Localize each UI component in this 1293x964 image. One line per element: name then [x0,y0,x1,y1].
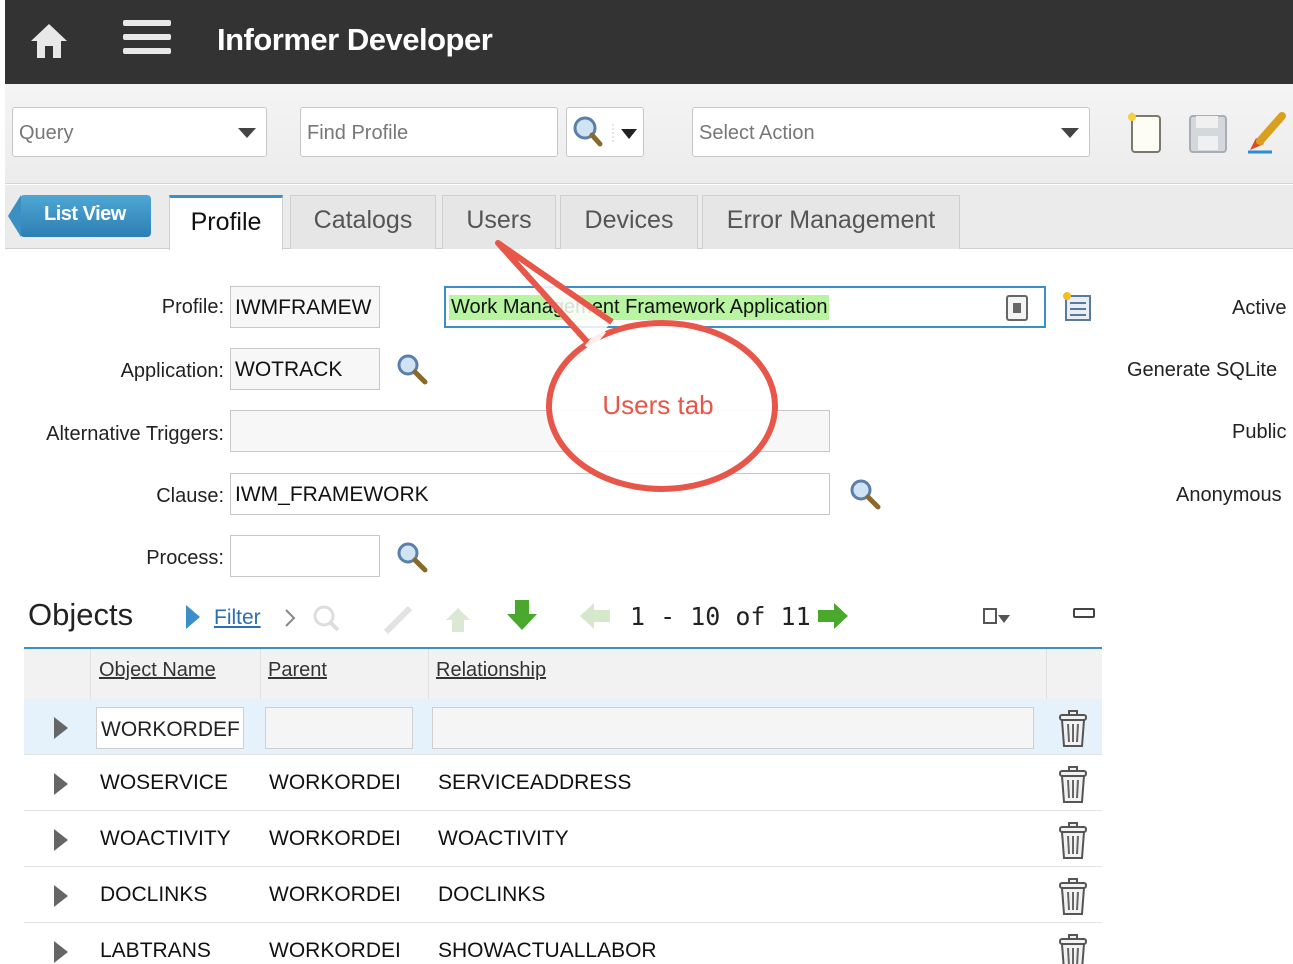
tab-profile[interactable]: Profile [169,195,283,250]
filter-link[interactable]: Filter [214,606,261,630]
trash-icon[interactable] [1056,877,1090,917]
chevron-down-icon [1061,128,1079,138]
column-header-object-name[interactable]: Object Name [99,659,216,682]
find-profile-placeholder: Find Profile [307,122,409,144]
anonymous-label: Anonymous [1176,484,1282,506]
clear-icon[interactable] [1242,108,1290,156]
profile-description-text: Work Management Framework Application [449,295,830,320]
table-row[interactable]: WOACTIVITY WORKORDEI WOACTIVITY [24,811,1102,867]
move-down-icon[interactable] [505,598,539,632]
tab-error-management[interactable]: Error Management [702,195,960,249]
parent-cell: WORKORDEI [269,939,401,962]
object-name-cell: LABTRANS [100,939,211,962]
find-profile-input[interactable]: Find Profile [300,107,558,157]
detail-menu-icon[interactable] [1060,290,1096,324]
filter-expand-icon[interactable] [183,603,203,631]
trash-icon[interactable] [1056,821,1090,861]
trash-icon[interactable] [1056,765,1090,805]
table-row[interactable]: WORKORDEF [24,699,1102,755]
parent-cell: WORKORDEI [269,827,401,850]
previous-page-icon[interactable] [578,601,612,631]
object-name-cell[interactable]: WORKORDEF [96,707,244,749]
profile-field[interactable]: IWMFRAMEW [230,286,380,328]
select-action-value: Select Action [699,122,815,144]
profile-label: Profile: [161,296,224,318]
application-label: Application: [120,360,224,382]
page: Informer Developer Query Find Profile Se… [0,0,1293,964]
expand-row-icon[interactable] [54,717,68,739]
expand-row-icon[interactable] [54,941,68,963]
save-icon[interactable] [1186,112,1230,156]
table-row[interactable]: LABTRANS WORKORDEI SHOWACTUALLABOR [24,923,1102,964]
query-select[interactable]: Query [12,107,267,157]
new-record-icon[interactable] [1124,110,1168,156]
search-icon[interactable] [848,477,882,511]
title-bar: Informer Developer [5,0,1293,84]
objects-title: Objects [28,597,134,632]
active-label: Active [1232,297,1287,319]
hamburger-menu-icon[interactable] [123,20,171,60]
public-label: Public [1232,421,1287,443]
pager-text: 1 - 10 of 11 [630,602,811,631]
search-icon[interactable] [395,540,429,574]
alternative-triggers-field[interactable] [230,410,830,452]
relationship-cell: SHOWACTUALLABOR [438,939,657,962]
process-label: Process: [146,547,224,569]
table-row[interactable]: DOCLINKS WORKORDEI DOCLINKS [24,867,1102,923]
filter-toolbar-icons [285,605,470,634]
collapse-section-icon[interactable] [1072,604,1096,624]
expand-row-icon[interactable] [54,829,68,851]
table-header: Object Name Parent Relationship [24,647,1102,699]
expand-row-icon[interactable] [54,773,68,795]
home-icon[interactable] [29,22,69,60]
relationship-cell: DOCLINKS [438,883,546,906]
expand-row-icon[interactable] [54,885,68,907]
tab-devices[interactable]: Devices [560,195,698,249]
search-icon [573,116,637,147]
object-name-cell: DOCLINKS [100,883,208,906]
list-view-button[interactable]: List View [8,195,151,237]
trash-icon[interactable] [1056,933,1090,964]
column-header-parent[interactable]: Parent [268,659,327,682]
objects-table: Object Name Parent Relationship WORKORDE… [24,647,1102,964]
object-name-cell: WOACTIVITY [100,827,231,850]
alternative-triggers-label: Alternative Triggers: [46,423,224,445]
search-button[interactable] [566,107,644,157]
trash-icon[interactable] [1056,709,1090,749]
tab-users[interactable]: Users [442,195,556,249]
clause-field[interactable]: IWM_FRAMEWORK [230,473,830,515]
table-row[interactable]: WOSERVICE WORKORDEI SERVICEADDRESS [24,755,1102,811]
long-description-icon[interactable] [1006,295,1028,321]
next-page-icon[interactable] [816,601,850,631]
column-header-relationship[interactable]: Relationship [436,659,546,682]
relationship-cell[interactable] [432,707,1034,749]
parent-cell: WORKORDEI [269,883,401,906]
application-field[interactable]: WOTRACK [230,348,380,390]
parent-cell: WORKORDEI [269,771,401,794]
tab-catalogs[interactable]: Catalogs [290,195,436,249]
profile-description-field[interactable]: Work Management Framework Application [444,286,1046,328]
chevron-down-icon [238,128,256,138]
parent-cell[interactable] [265,707,413,749]
object-name-cell: WOSERVICE [100,771,228,794]
relationship-cell: WOACTIVITY [438,827,569,850]
select-action-dropdown[interactable]: Select Action [692,107,1090,157]
download-icon[interactable] [982,605,1012,629]
search-icon[interactable] [395,352,429,386]
query-select-value: Query [19,122,74,144]
clause-label: Clause: [156,485,224,507]
relationship-cell: SERVICEADDRESS [438,771,632,794]
process-field[interactable] [230,535,380,577]
app-title: Informer Developer [217,22,493,57]
generate-sqlite-label: Generate SQLite [1127,359,1278,381]
